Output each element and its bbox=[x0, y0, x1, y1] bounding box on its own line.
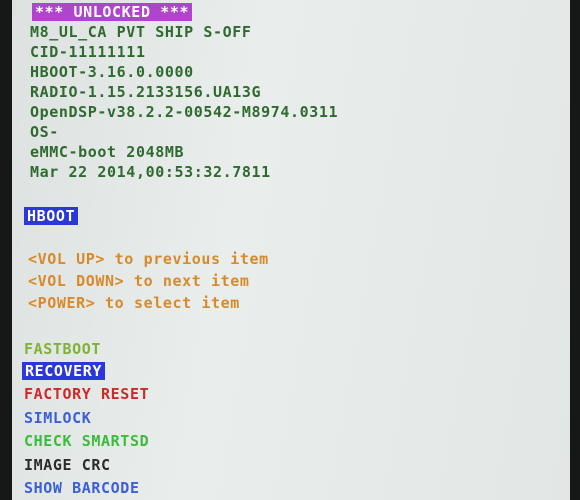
hboot-screen: *** UNLOCKED *** M8_UL_CA PVT SHIP S-OFF… bbox=[0, 0, 580, 500]
menu-item-factory-reset[interactable]: FACTORY RESET bbox=[24, 385, 149, 403]
device-info-line: M8_UL_CA PVT SHIP S-OFF bbox=[30, 23, 252, 41]
menu-item-recovery[interactable]: RECOVERY bbox=[22, 362, 106, 380]
menu-item-image-crc[interactable]: IMAGE CRC bbox=[24, 456, 111, 474]
mode-title: HBOOT bbox=[24, 207, 79, 225]
menu-item-simlock[interactable]: SIMLOCK bbox=[24, 409, 91, 427]
build-date-line: Mar 22 2014,00:53:32.7811 bbox=[30, 163, 271, 181]
instruction-vol-up: <VOL UP> to previous item bbox=[28, 250, 269, 268]
unlocked-badge: *** UNLOCKED *** bbox=[32, 3, 193, 21]
menu-item-fastboot[interactable]: FASTBOOT bbox=[24, 340, 101, 358]
instruction-power: <POWER> to select item bbox=[28, 294, 240, 312]
opendsp-version-line: OpenDSP-v38.2.2-00542-M8974.0311 bbox=[30, 103, 339, 121]
cid-line: CID-11111111 bbox=[30, 43, 146, 61]
instruction-vol-down: <VOL DOWN> to next item bbox=[28, 272, 250, 290]
radio-version-line: RADIO-1.15.2133156.UA13G bbox=[30, 83, 262, 101]
menu-item-check-smartsd[interactable]: CHECK SMARTSD bbox=[24, 432, 149, 450]
emmc-line: eMMC-boot 2048MB bbox=[30, 143, 185, 161]
menu-item-show-barcode[interactable]: SHOW BARCODE bbox=[24, 479, 140, 497]
hboot-version-line: HBOOT-3.16.0.0000 bbox=[30, 63, 194, 81]
os-line: OS- bbox=[30, 123, 59, 141]
